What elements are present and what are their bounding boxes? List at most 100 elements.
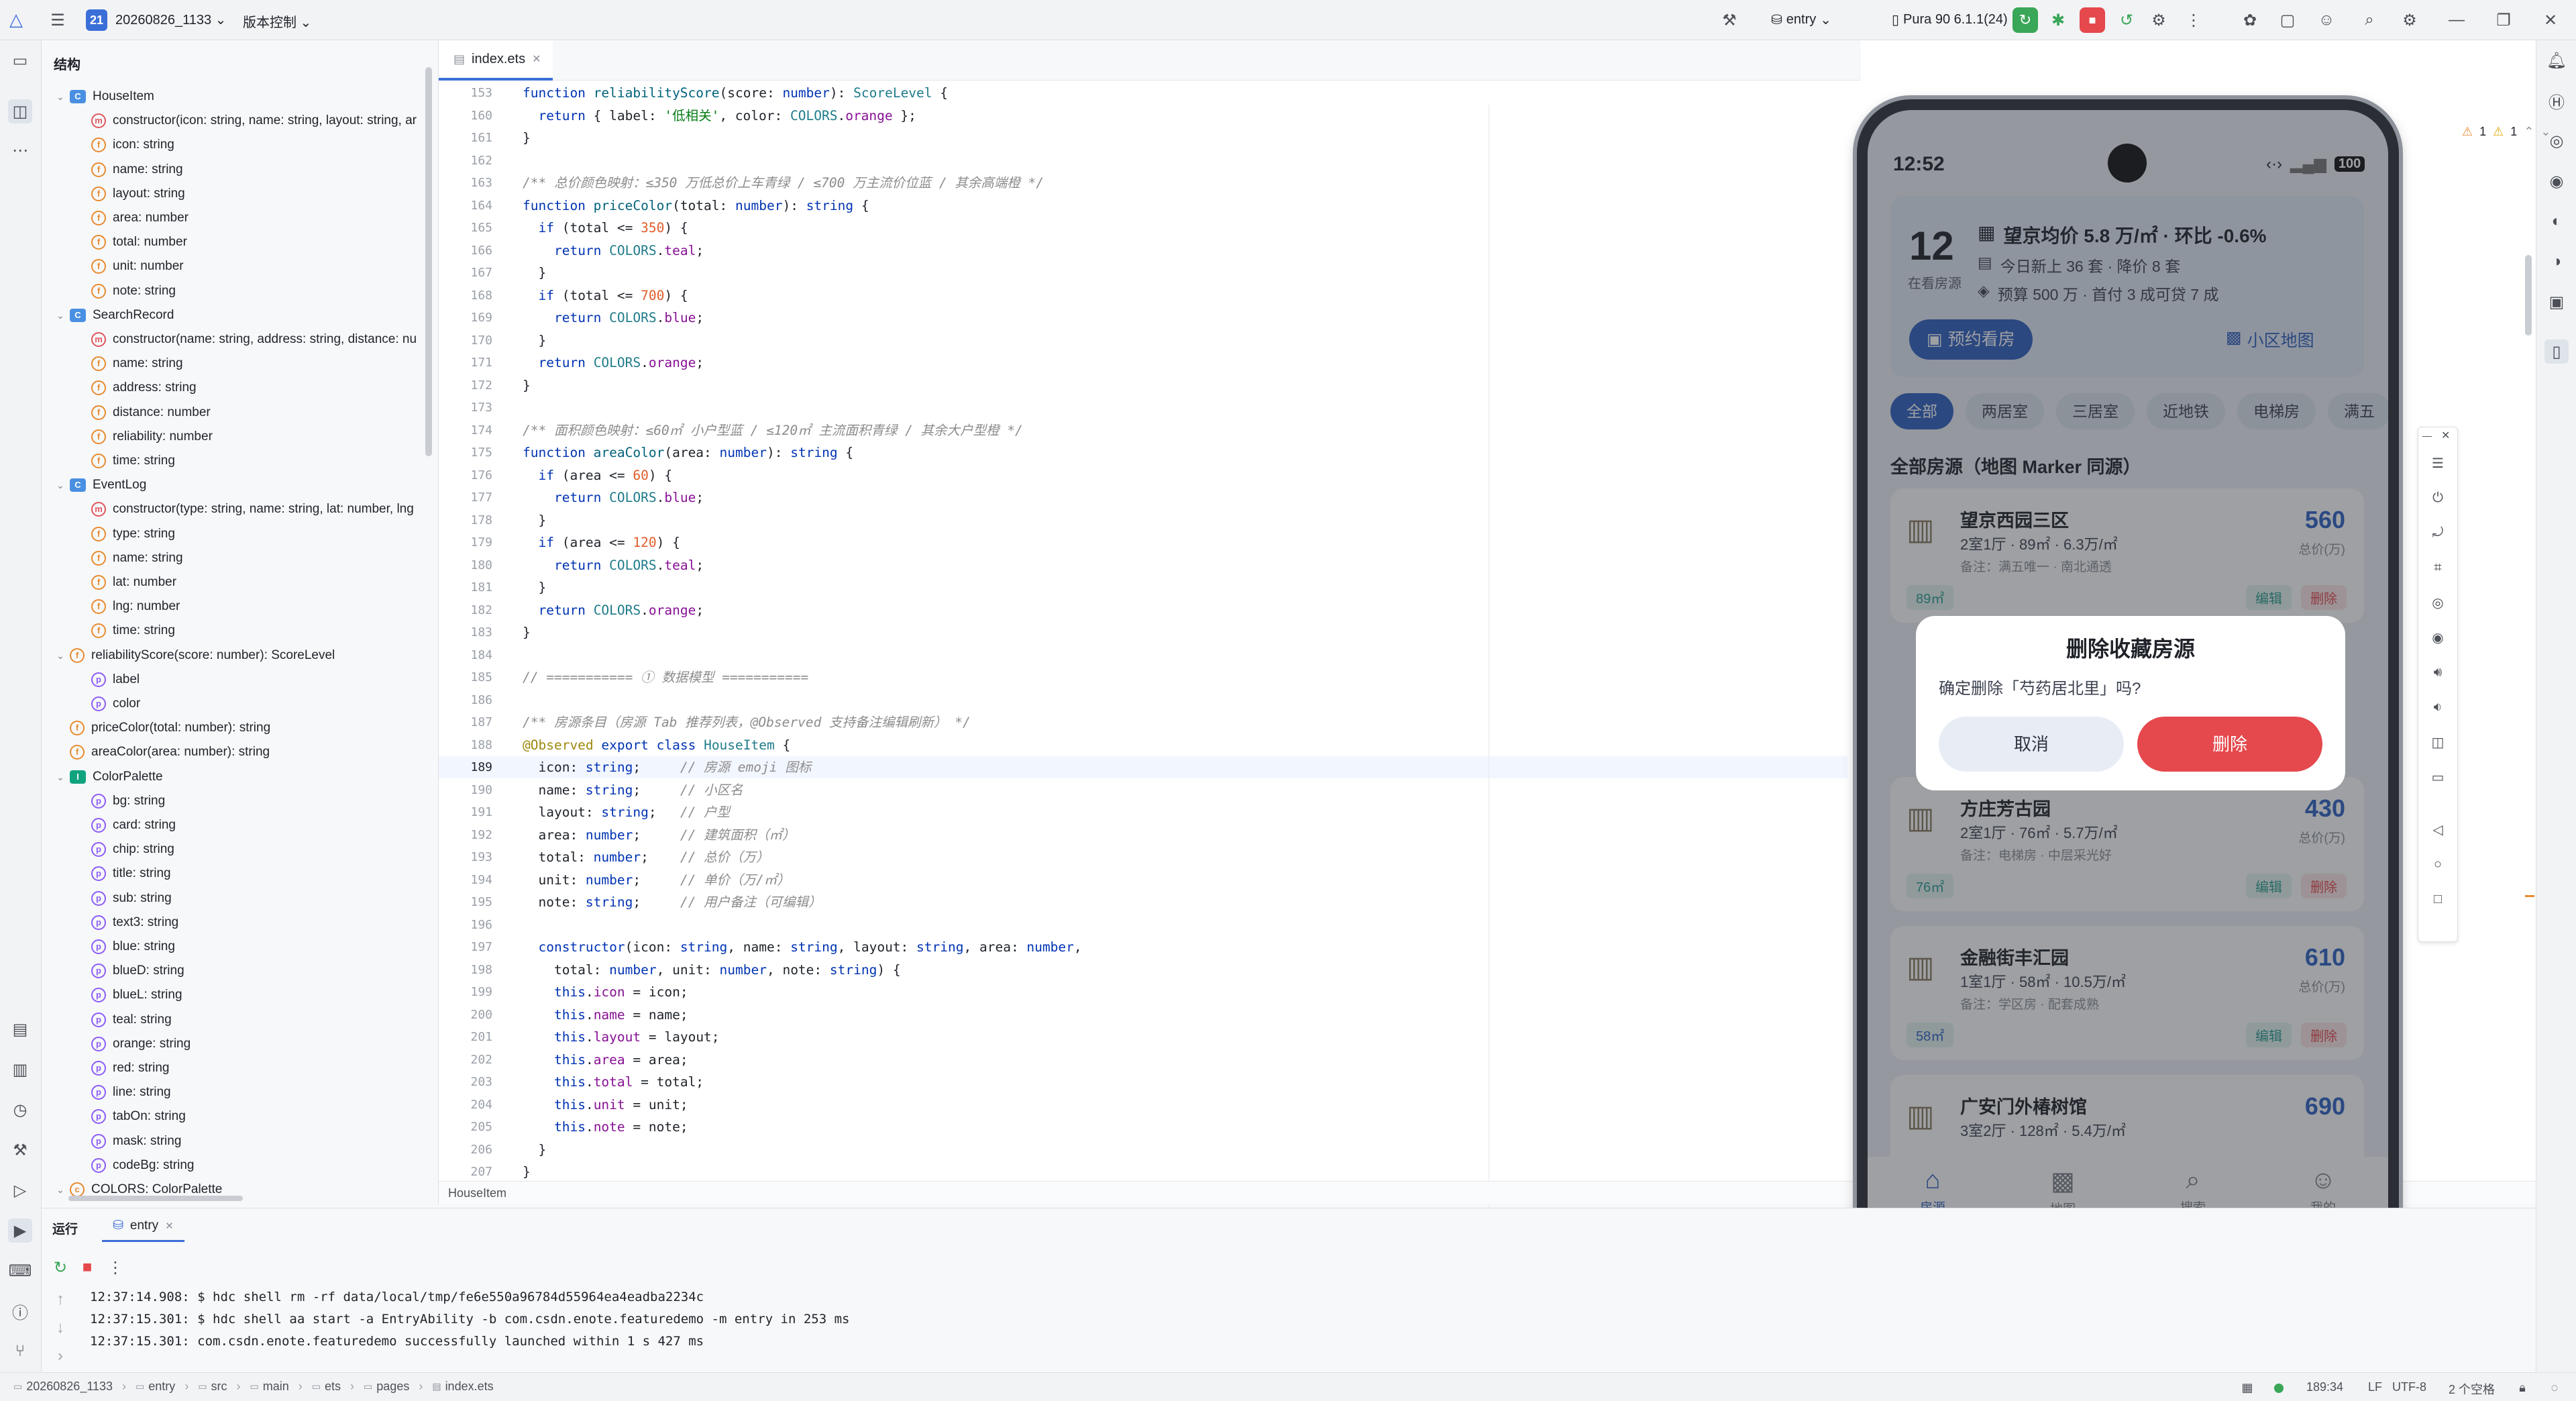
code-view[interactable]: 153 function reliabilityScore(score: numb… xyxy=(439,82,1861,1216)
structure-item[interactable]: p blueL: string xyxy=(91,983,424,1007)
tree-expand-icon[interactable]: ⌄ xyxy=(54,473,67,497)
device-mirror-icon[interactable]: ▯ xyxy=(2544,340,2569,364)
line-separator[interactable]: LF xyxy=(2368,1380,2382,1394)
code-line[interactable]: 200 this.name = name; xyxy=(439,1004,1847,1026)
code-line[interactable]: 193 total: number; // 总价（万） xyxy=(439,846,1847,868)
code-line[interactable]: 175 function areaColor(area: number): str… xyxy=(439,442,1847,464)
code-line[interactable]: 201 this.layout = layout; xyxy=(439,1026,1847,1048)
code-line[interactable]: 162 xyxy=(439,150,1847,172)
toolbar-minimize-icon[interactable]: — xyxy=(2422,430,2432,441)
code-line[interactable]: 197 constructor(icon: string, name: stri… xyxy=(439,936,1847,958)
code-line[interactable]: 196 xyxy=(439,914,1847,936)
structure-item[interactable]: f area: number xyxy=(91,206,424,230)
run-config-select[interactable]: ⛁ entry ⌄ xyxy=(1771,11,1831,28)
code-line[interactable]: 198 total: number, unit: number, note: s… xyxy=(439,959,1847,981)
search-icon[interactable]: ⌕ xyxy=(2357,8,2381,32)
profiler-side-icon[interactable]: ◷ xyxy=(8,1098,32,1122)
structure-item[interactable]: p sub: string xyxy=(91,886,424,911)
inspection-widget[interactable]: ⚠ 1 ⚠ 1 ⌃ ⌄ xyxy=(2462,125,2551,139)
code-line[interactable]: 207} xyxy=(439,1161,1847,1183)
run-tab-entry[interactable]: ⛁ entry ✕ xyxy=(102,1211,184,1242)
caret-position[interactable]: 189:34 xyxy=(2306,1380,2343,1394)
account-icon[interactable]: ☺ xyxy=(2314,8,2339,32)
structure-item[interactable]: f time: string xyxy=(91,619,424,643)
structure-item[interactable]: f time: string xyxy=(91,449,424,473)
structure-item[interactable]: p blueD: string xyxy=(91,959,424,983)
tree-expand-icon[interactable]: ⌄ xyxy=(54,765,67,789)
structure-item[interactable]: f type: string xyxy=(91,522,424,546)
structure-item[interactable]: f lat: number xyxy=(91,570,424,594)
profiler-icon[interactable]: ⚙ xyxy=(2147,8,2171,32)
more-tools-icon[interactable]: ⋯ xyxy=(8,138,32,162)
code-line[interactable]: 164 function priceColor(total: number): s… xyxy=(439,195,1847,217)
status-crumb[interactable]: ▭ src xyxy=(198,1380,227,1394)
structure-item[interactable]: p teal: string xyxy=(91,1008,424,1032)
structure-item[interactable]: m constructor(icon: string, name: string,… xyxy=(91,109,424,133)
status-crumb[interactable]: ▭ main xyxy=(250,1380,289,1394)
status-more-icon[interactable]: ◌ xyxy=(2542,1376,2567,1400)
code-line[interactable]: 170 } xyxy=(439,329,1847,352)
code-line[interactable]: 168 if (total <= 700) { xyxy=(439,284,1847,307)
tree-expand-icon[interactable]: ⌄ xyxy=(54,643,67,668)
phone-screen[interactable]: 12:52 ‹·› ▂▄▆ 100 12 在看房源 ▦ 望京均价 5.8 万/㎡ … xyxy=(1868,110,2388,1257)
structure-item[interactable]: p text3: string xyxy=(91,911,424,935)
structure-item[interactable]: p card: string xyxy=(91,813,424,837)
scroll-down-icon[interactable]: ↓ xyxy=(48,1316,72,1340)
structure-item[interactable]: p blue: string xyxy=(91,935,424,959)
structure-item[interactable]: f layout: string xyxy=(91,182,424,206)
emu-record-icon[interactable]: ◎ xyxy=(2426,591,2449,614)
code-line[interactable]: 202 this.area = area; xyxy=(439,1049,1847,1071)
project-name[interactable]: 20260826_1133 ⌄ xyxy=(115,11,226,28)
code-line[interactable]: 204 this.unit = unit; xyxy=(439,1094,1847,1116)
code-line[interactable]: 178 } xyxy=(439,509,1847,531)
code-line[interactable]: 184 xyxy=(439,644,1847,666)
problems-icon[interactable]: ⓘ xyxy=(8,1299,32,1323)
rerun-small-icon[interactable]: ↻ xyxy=(48,1255,72,1280)
emu-screenshot-icon[interactable]: ▭ xyxy=(2426,766,2449,788)
code-line[interactable]: 177 return COLORS.blue; xyxy=(439,486,1847,509)
file-encoding[interactable]: UTF-8 xyxy=(2392,1380,2426,1394)
structure-item[interactable]: f icon: string xyxy=(91,133,424,157)
minimize-icon[interactable]: — xyxy=(2445,8,2469,32)
structure-icon[interactable]: ◫ xyxy=(8,99,32,123)
structure-item[interactable]: f lng: number xyxy=(91,594,424,619)
stop-button[interactable]: ■ xyxy=(2080,7,2105,33)
code-line[interactable]: 194 unit: number; // 单价（万/㎡） xyxy=(439,869,1847,891)
terminal-icon[interactable]: ⌨ xyxy=(8,1259,32,1283)
status-crumb[interactable]: ▭ pages xyxy=(364,1380,409,1394)
code-line[interactable]: 179 if (area <= 120) { xyxy=(439,531,1847,554)
bookmarks-icon[interactable]: ▤ xyxy=(8,1017,32,1041)
code-line[interactable]: 186 xyxy=(439,689,1847,711)
structure-item[interactable]: m constructor(name: string, address: stri… xyxy=(91,327,424,352)
device-manager-icon[interactable]: ▢ xyxy=(2275,8,2300,32)
structure-item[interactable]: p bg: string xyxy=(91,789,424,813)
rerun-button[interactable]: ↻ xyxy=(2012,7,2038,33)
app-analyzer-icon[interactable]: ◉ xyxy=(2544,169,2569,193)
code-line[interactable]: 167 } xyxy=(439,262,1847,284)
run-more-icon[interactable]: ⋮ xyxy=(103,1255,127,1280)
notifications-icon[interactable]: 🔔︎ xyxy=(2544,48,2569,72)
indent-setting[interactable]: 2 个空格 xyxy=(2449,1380,2495,1398)
structure-item[interactable]: f reliability: number xyxy=(91,425,424,449)
emu-recents-icon[interactable]: □ xyxy=(2426,888,2449,911)
code-line[interactable]: 195 note: string; // 用户备注（可编辑） xyxy=(439,891,1847,913)
code-line[interactable]: 206 } xyxy=(439,1139,1847,1161)
toolbar-close-icon[interactable]: ✕ xyxy=(2441,429,2450,442)
status-crumb[interactable]: ▭ entry xyxy=(136,1380,175,1394)
prev-highlight-icon[interactable]: ⌃ xyxy=(2524,125,2534,139)
menu-icon[interactable]: ☰ xyxy=(46,8,70,32)
emu-crop-icon[interactable]: ⌗ xyxy=(2426,556,2449,579)
emu-volume-down-icon[interactable]: 🔉︎ xyxy=(2426,696,2449,719)
editor-scrollbar[interactable] xyxy=(2525,255,2532,335)
structure-item[interactable]: f areaColor(area: number): string xyxy=(54,740,424,764)
code-line[interactable]: 188 @Observed export class HouseItem { xyxy=(439,734,1847,756)
code-line[interactable]: 163 /** 总价颜色映射：≤350 万低总价上车青绿 / ≤700 万主流价位… xyxy=(439,172,1847,194)
code-line[interactable]: 174 /** 面积颜色映射：≤60㎡ 小户型蓝 / ≤120㎡ 主流面积青绿 /… xyxy=(439,419,1847,442)
structure-item[interactable]: p title: string xyxy=(91,862,424,886)
code-line[interactable]: 172} xyxy=(439,374,1847,397)
code-line[interactable]: 169 return COLORS.blue; xyxy=(439,307,1847,329)
more-actions-icon[interactable]: ⋮ xyxy=(2182,8,2206,32)
structure-item[interactable]: p chip: string xyxy=(91,837,424,862)
run-active-icon[interactable]: ▶ xyxy=(8,1218,32,1243)
code-line[interactable]: 190 name: string; // 小区名 xyxy=(439,779,1847,801)
